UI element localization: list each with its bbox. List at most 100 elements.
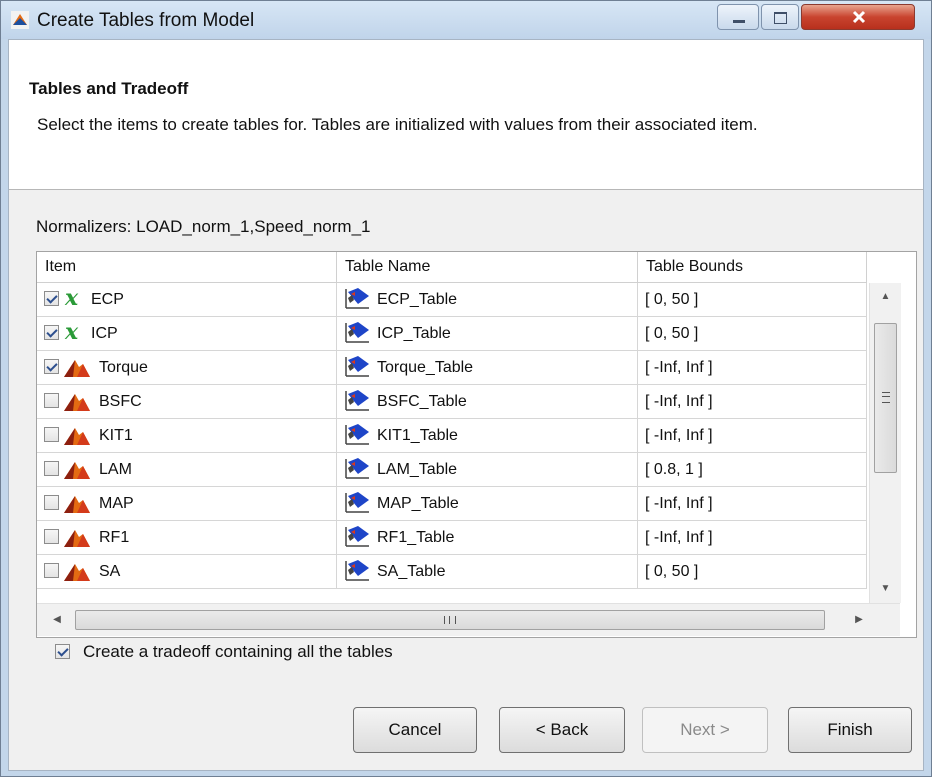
- table-name-cell[interactable]: RF1_Table: [337, 521, 638, 555]
- table-name-cell[interactable]: ECP_Table: [337, 283, 638, 317]
- maximize-icon: [774, 12, 787, 24]
- lookup-table-icon: [345, 288, 369, 309]
- table-name-label: LAM_Table: [377, 461, 458, 478]
- minimize-button[interactable]: [717, 4, 759, 30]
- table-header: Item Table Name Table Bounds: [37, 252, 867, 283]
- row-checkbox[interactable]: [44, 529, 59, 544]
- table-bounds-value: [ -Inf, Inf ]: [645, 529, 713, 546]
- table-row[interactable]: x ICP ICP_Table [ 0, 50 ]: [37, 317, 867, 351]
- close-button[interactable]: [801, 4, 915, 30]
- table-bounds-cell[interactable]: [ -Inf, Inf ]: [638, 521, 867, 555]
- table-row[interactable]: SA SA_Table [ 0, 50 ]: [37, 555, 867, 589]
- item-cell: x ICP: [37, 317, 337, 351]
- grip-icon: [444, 616, 456, 624]
- item-cell: RF1: [37, 521, 337, 555]
- item-cell: BSFC: [37, 385, 337, 419]
- section-title: Tables and Tradeoff: [29, 79, 189, 98]
- table-name-cell[interactable]: MAP_Table: [337, 487, 638, 521]
- scroll-left-arrow-icon[interactable]: ◀: [45, 604, 69, 636]
- finish-button[interactable]: Finish: [788, 707, 912, 753]
- scroll-up-arrow-icon[interactable]: ▲: [870, 286, 901, 308]
- horizontal-scrollbar[interactable]: ◀ ▶: [37, 603, 900, 636]
- item-label: ICP: [91, 325, 118, 342]
- tradeoff-label: Create a tradeoff containing all the tab…: [83, 642, 393, 661]
- item-cell: SA: [37, 555, 337, 589]
- table-row[interactable]: KIT1 KIT1_Table [ -Inf, Inf ]: [37, 419, 867, 453]
- item-label: BSFC: [99, 393, 142, 410]
- item-cell: MAP: [37, 487, 337, 521]
- table-row[interactable]: LAM LAM_Table [ 0.8, 1 ]: [37, 453, 867, 487]
- vertical-scrollbar[interactable]: ▲ ▼: [869, 283, 901, 603]
- row-checkbox[interactable]: [44, 359, 59, 374]
- table-bounds-cell[interactable]: [ -Inf, Inf ]: [638, 351, 867, 385]
- table-bounds-value: [ -Inf, Inf ]: [645, 359, 713, 376]
- wizard-header: Tables and Tradeoff Select the items to …: [9, 40, 923, 190]
- table-name-cell[interactable]: KIT1_Table: [337, 419, 638, 453]
- item-label: SA: [99, 563, 121, 580]
- table-bounds-cell[interactable]: [ 0.8, 1 ]: [638, 453, 867, 487]
- scroll-down-arrow-icon[interactable]: ▼: [870, 578, 901, 600]
- table-bounds-value: [ 0, 50 ]: [645, 563, 699, 580]
- row-checkbox[interactable]: [44, 461, 59, 476]
- column-header-table-name[interactable]: Table Name: [337, 252, 638, 282]
- table-row[interactable]: RF1 RF1_Table [ -Inf, Inf ]: [37, 521, 867, 555]
- table-name-label: BSFC_Table: [377, 393, 467, 410]
- table-bounds-cell[interactable]: [ -Inf, Inf ]: [638, 419, 867, 453]
- back-button[interactable]: < Back: [499, 707, 625, 753]
- table-name-label: MAP_Table: [377, 495, 459, 512]
- row-checkbox[interactable]: [44, 393, 59, 408]
- table-row[interactable]: x ECP ECP_Table [ 0, 50 ]: [37, 283, 867, 317]
- table-bounds-cell[interactable]: [ -Inf, Inf ]: [638, 385, 867, 419]
- matlab-peaks-icon: [64, 530, 90, 547]
- table-bounds-value: [ 0, 50 ]: [645, 325, 699, 342]
- next-button[interactable]: Next >: [642, 707, 768, 753]
- table-row[interactable]: MAP MAP_Table [ -Inf, Inf ]: [37, 487, 867, 521]
- table-bounds-cell[interactable]: [ 0, 50 ]: [638, 317, 867, 351]
- title-bar[interactable]: Create Tables from Model: [1, 1, 931, 39]
- scroll-right-arrow-icon[interactable]: ▶: [847, 604, 871, 636]
- table-name-cell[interactable]: Torque_Table: [337, 351, 638, 385]
- item-cell: x ECP: [37, 283, 337, 317]
- item-label: Torque: [99, 359, 148, 376]
- table-name-cell[interactable]: SA_Table: [337, 555, 638, 589]
- normalizers-label: Normalizers: LOAD_norm_1,Speed_norm_1: [36, 217, 371, 236]
- table-bounds-value: [ -Inf, Inf ]: [645, 393, 713, 410]
- table-bounds-cell[interactable]: [ 0, 50 ]: [638, 555, 867, 589]
- lookup-table-icon: [345, 526, 369, 547]
- matlab-peaks-icon: [64, 462, 90, 479]
- row-checkbox[interactable]: [44, 291, 59, 306]
- matlab-peaks-icon: [64, 394, 90, 411]
- items-table: Item Table Name Table Bounds x ECP ECP_Tab…: [36, 251, 917, 638]
- row-checkbox[interactable]: [44, 325, 59, 340]
- table-name-cell[interactable]: LAM_Table: [337, 453, 638, 487]
- item-cell: LAM: [37, 453, 337, 487]
- matlab-peaks-icon: [64, 360, 90, 377]
- table-name-cell[interactable]: BSFC_Table: [337, 385, 638, 419]
- table-name-label: RF1_Table: [377, 529, 455, 546]
- row-checkbox[interactable]: [44, 495, 59, 510]
- column-header-table-bounds[interactable]: Table Bounds: [638, 252, 867, 282]
- table-row[interactable]: BSFC BSFC_Table [ -Inf, Inf ]: [37, 385, 867, 419]
- maximize-button[interactable]: [761, 4, 799, 30]
- table-body: x ECP ECP_Table [ 0, 50 ] x ICP ICP_Table [ 0, …: [37, 283, 867, 603]
- table-name-label: Torque_Table: [377, 359, 474, 376]
- table-name-label: ECP_Table: [377, 291, 458, 308]
- lookup-table-icon: [345, 458, 369, 479]
- table-name-label: SA_Table: [377, 563, 446, 580]
- tradeoff-checkbox[interactable]: [55, 644, 70, 659]
- table-name-cell[interactable]: ICP_Table: [337, 317, 638, 351]
- dialog-window: Create Tables from Model Tables and Trad…: [0, 0, 932, 777]
- vertical-scroll-thumb[interactable]: [874, 323, 897, 473]
- table-bounds-value: [ 0.8, 1 ]: [645, 461, 703, 478]
- table-bounds-cell[interactable]: [ 0, 50 ]: [638, 283, 867, 317]
- item-label: ECP: [91, 291, 124, 308]
- row-checkbox[interactable]: [44, 427, 59, 442]
- row-checkbox[interactable]: [44, 563, 59, 578]
- lookup-table-icon: [345, 492, 369, 513]
- table-row[interactable]: Torque Torque_Table [ -Inf, Inf ]: [37, 351, 867, 385]
- horizontal-scroll-thumb[interactable]: [75, 610, 825, 630]
- dialog-client-area: Tables and Tradeoff Select the items to …: [8, 39, 924, 771]
- column-header-item[interactable]: Item: [37, 252, 337, 282]
- table-bounds-cell[interactable]: [ -Inf, Inf ]: [638, 487, 867, 521]
- cancel-button[interactable]: Cancel: [353, 707, 477, 753]
